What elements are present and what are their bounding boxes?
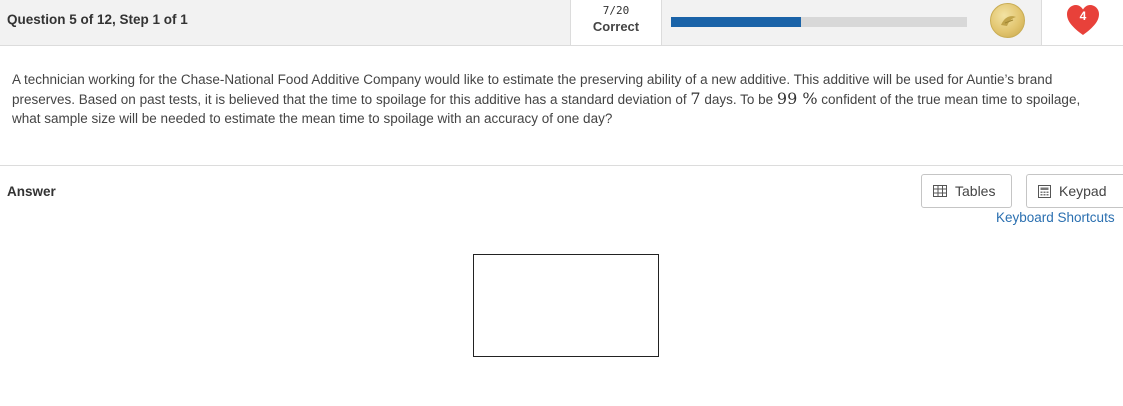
confidence-value: 99 % (776, 89, 818, 108)
keypad-button-label: Keypad (1059, 183, 1107, 199)
score-panel: 7/20 Correct (570, 0, 662, 45)
question-text: A technician working for the Chase-Natio… (12, 70, 1112, 128)
lives-count: 4 (1079, 9, 1087, 23)
section-divider (0, 165, 1123, 166)
question-text-part2: days. To be (700, 92, 777, 107)
tables-button-label: Tables (955, 183, 996, 199)
progress-bar (671, 17, 967, 27)
answer-label: Answer (7, 184, 56, 199)
score-count: 7/20 (602, 4, 630, 17)
keyboard-shortcuts-link[interactable]: Keyboard Shortcuts (996, 210, 1115, 225)
question-header: Question 5 of 12, Step 1 of 1 7/20 Corre… (0, 0, 1123, 46)
keypad-button[interactable]: Keypad (1026, 174, 1123, 208)
question-title: Question 5 of 12, Step 1 of 1 (7, 12, 188, 27)
score-status: Correct (592, 19, 640, 34)
std-dev-value: 7 (690, 89, 701, 108)
lives-panel: 4 (1041, 0, 1123, 45)
answer-input[interactable] (473, 254, 659, 357)
keypad-icon (1038, 184, 1051, 198)
coin-icon[interactable] (990, 3, 1025, 38)
table-icon (933, 185, 947, 197)
tables-button[interactable]: Tables (921, 174, 1012, 208)
progress-bar-fill (671, 17, 802, 27)
